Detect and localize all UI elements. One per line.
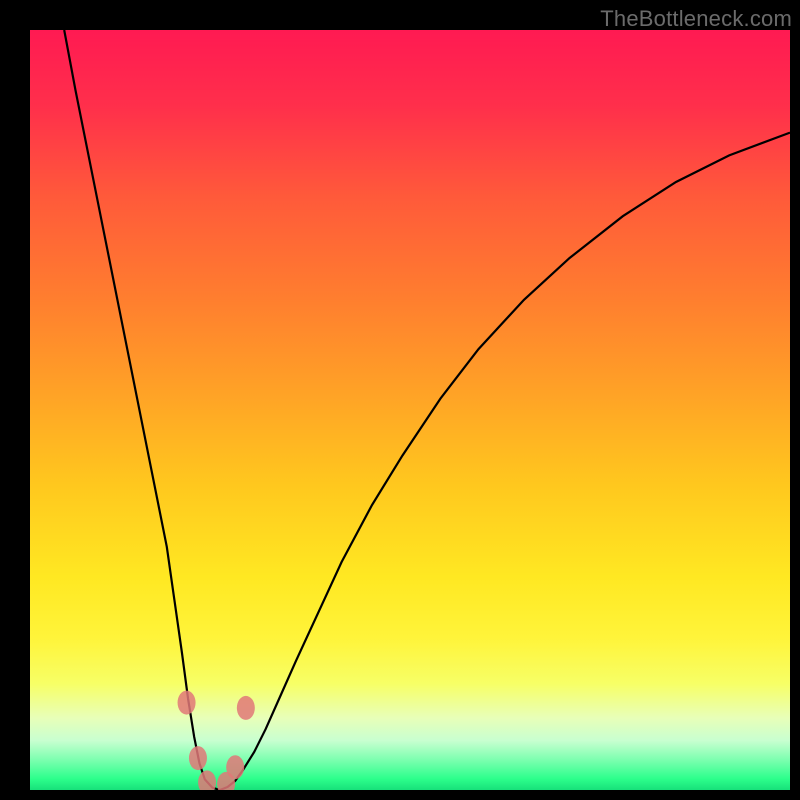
marker-point — [237, 696, 255, 720]
marker-point — [198, 770, 216, 790]
bottleneck-markers — [178, 691, 255, 790]
bottleneck-curve — [64, 30, 790, 790]
plot-area — [30, 30, 790, 790]
watermark-text: TheBottleneck.com — [600, 6, 792, 32]
marker-point — [178, 691, 196, 715]
curve-layer — [30, 30, 790, 790]
marker-point — [226, 755, 244, 779]
marker-point — [189, 746, 207, 770]
chart-frame: TheBottleneck.com — [0, 0, 800, 800]
